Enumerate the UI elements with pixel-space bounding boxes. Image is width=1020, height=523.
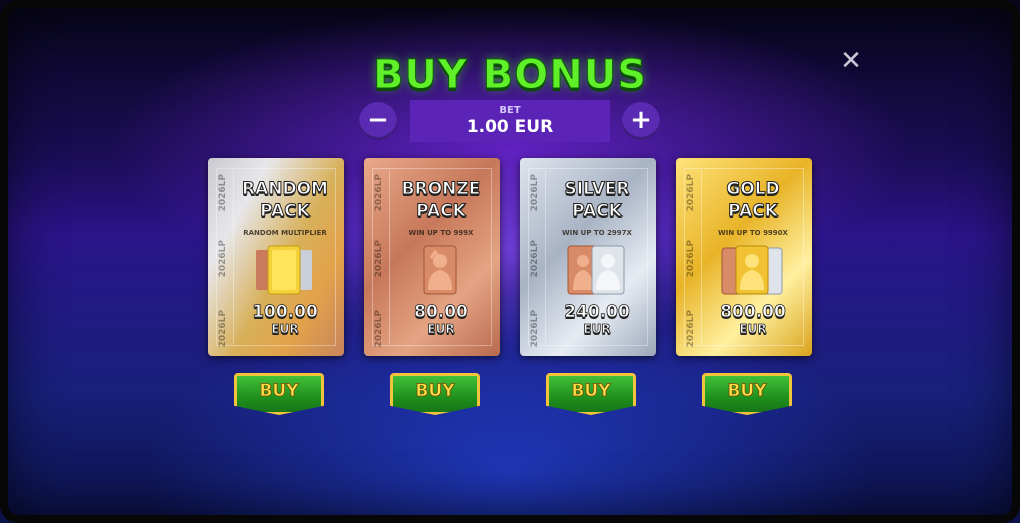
pack-price: 80.00 EUR: [386, 302, 496, 337]
pack-name: GOLD PACK: [726, 179, 780, 222]
pack-price: 240.00 EUR: [542, 302, 652, 337]
mixed-cards-icon: [256, 245, 312, 295]
random-pack-card[interactable]: 2026LP 2026LP 2026LP RANDOM PACK RANDOM …: [208, 158, 344, 356]
bet-decrease-button[interactable]: −: [359, 102, 397, 140]
pack-name: SILVER PACK: [564, 179, 630, 222]
pack-subtitle: RANDOM MULTIPLIER: [243, 229, 327, 237]
pack-price: 800.00 EUR: [698, 302, 808, 337]
pack-name: RANDOM PACK: [242, 179, 329, 222]
silver-pack-card[interactable]: 2026LP 2026LP 2026LP SILVER PACK WIN UP …: [520, 158, 656, 356]
spine-text: 2026LP: [686, 240, 696, 278]
bet-display: BET 1.00 EUR: [410, 100, 610, 142]
popup-title: BUY BONUS: [372, 52, 648, 99]
bet-increase-button[interactable]: +: [622, 102, 660, 140]
bronze-pack-card[interactable]: 2026LP 2026LP 2026LP BRONZE PACK WIN UP …: [364, 158, 500, 356]
price-amount: 800.00: [720, 302, 786, 323]
buy-silver-pack-button[interactable]: BUY: [546, 373, 636, 415]
pack-name: BRONZE PACK: [401, 179, 481, 222]
price-amount: 240.00: [564, 302, 630, 323]
bet-value: 1.00 EUR: [466, 117, 554, 137]
buy-gold-pack-button[interactable]: BUY: [702, 373, 792, 415]
pack-price: 100.00 EUR: [230, 302, 340, 337]
spine-text: 2026LP: [218, 240, 228, 278]
close-icon[interactable]: ✕: [838, 48, 864, 74]
bet-label: BET: [499, 105, 521, 116]
price-currency: EUR: [271, 322, 299, 337]
pack-subtitle: WIN UP TO 999X: [408, 229, 474, 237]
spine-text: 2026LP: [374, 240, 384, 278]
buy-bronze-pack-button[interactable]: BUY: [390, 373, 480, 415]
pack-subtitle: WIN UP TO 9990X: [718, 229, 788, 237]
gold-pack-card[interactable]: 2026LP 2026LP 2026LP GOLD PACK WIN UP TO…: [676, 158, 812, 356]
price-currency: EUR: [583, 322, 611, 337]
price-currency: EUR: [427, 322, 455, 337]
price-amount: 100.00: [252, 302, 318, 323]
pack-subtitle: WIN UP TO 2997X: [562, 229, 632, 237]
price-amount: 80.00: [414, 302, 469, 323]
buy-random-pack-button[interactable]: BUY: [234, 373, 324, 415]
spine-text: 2026LP: [530, 240, 540, 278]
price-currency: EUR: [739, 322, 767, 337]
bronze-player-card-icon: [423, 245, 457, 295]
gold-player-cards-icon: [721, 245, 783, 295]
silver-player-cards-icon: [567, 245, 625, 295]
